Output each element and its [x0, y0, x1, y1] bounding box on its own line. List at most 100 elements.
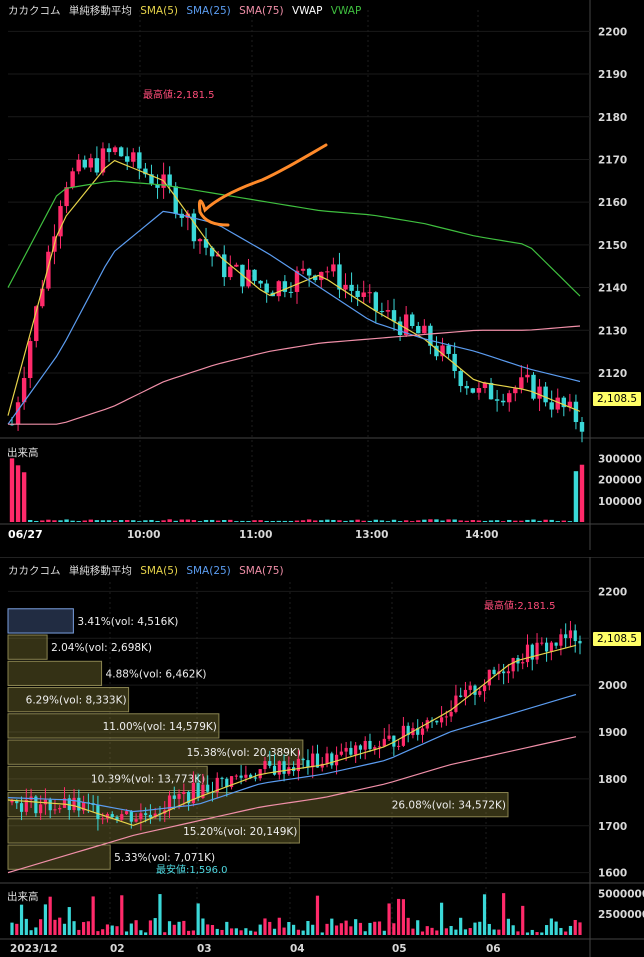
volume-bar — [530, 929, 534, 935]
candle-body — [172, 795, 176, 799]
volume-bar — [543, 519, 548, 522]
candle-body — [268, 761, 272, 766]
candle-body — [358, 745, 363, 750]
price-tick-label: 2170 — [598, 154, 627, 166]
candle-body — [478, 691, 482, 695]
candle-body — [228, 266, 233, 278]
volume-bar — [139, 930, 143, 935]
price-tick-label: 2190 — [598, 69, 627, 81]
volume-bar — [129, 923, 133, 935]
volume-bar — [244, 928, 248, 935]
volume-bar — [452, 519, 457, 522]
volume-bar — [173, 520, 178, 522]
candle-body — [301, 758, 305, 761]
volume-bar — [187, 930, 191, 935]
candle-body — [76, 159, 81, 172]
candle-body — [253, 777, 258, 779]
volume-bar — [513, 520, 518, 522]
volume-bar — [177, 921, 181, 935]
candle-body — [300, 268, 306, 271]
volume-bar — [403, 520, 409, 522]
volume-bar — [511, 925, 515, 935]
volume-bar — [312, 520, 318, 522]
candle-body — [410, 314, 415, 326]
candle-body — [129, 811, 133, 822]
candle-body — [559, 634, 563, 646]
volume-bar — [578, 922, 582, 935]
daily-price-chart[interactable]: 3.41%(vol: 4,516K) 2.04%(vol: 2,698K) 4.88… — [0, 557, 644, 957]
candle-body — [252, 269, 257, 281]
candle-body — [70, 171, 75, 188]
volume-bar — [27, 519, 33, 522]
candle-body — [139, 813, 143, 820]
candle-body — [167, 174, 172, 187]
price-tick-label: 1900 — [598, 727, 627, 739]
candle-body — [543, 386, 548, 403]
volume-bar — [401, 899, 405, 935]
candle-body — [148, 814, 153, 818]
volume-bar — [252, 520, 257, 522]
intraday-price-chart[interactable]: 2200 2190 2180 2170 2160 2150 2140 2130 2120 10:0… — [0, 0, 644, 550]
candle-body — [373, 292, 379, 312]
price-tick-label: 2140 — [598, 283, 627, 295]
volume-bar — [155, 520, 160, 522]
volume-bar — [148, 920, 153, 935]
volume-bar — [249, 930, 253, 935]
candle-body — [416, 325, 421, 334]
volume-bar — [306, 519, 312, 522]
candle-body — [494, 399, 500, 401]
volume-bar — [70, 520, 75, 522]
price-tick-label: 2000 — [598, 680, 627, 692]
volume-profile-bar — [7, 608, 74, 634]
volume-bar — [397, 898, 401, 935]
volume-bar — [306, 920, 310, 935]
volume-bar — [246, 521, 251, 522]
volume-bar — [86, 921, 90, 935]
volume-bar — [19, 904, 24, 935]
volume-bar — [422, 519, 427, 522]
volume-bar — [537, 520, 542, 522]
volume-bar — [210, 924, 215, 935]
volume-bar — [118, 520, 124, 522]
candle-body — [568, 630, 573, 639]
candle-body — [196, 782, 200, 798]
volume-bar — [39, 919, 43, 935]
candle-body — [525, 374, 530, 378]
candle-body — [94, 158, 100, 173]
volume-bar — [296, 929, 300, 935]
volume-bar — [428, 519, 433, 522]
candle-body — [258, 280, 263, 284]
volume-bar — [444, 928, 448, 935]
volume-bar — [120, 895, 124, 935]
volume-bar — [459, 917, 463, 935]
candle-body — [137, 152, 142, 169]
volume-bar — [100, 520, 106, 522]
volume-bar — [567, 521, 573, 522]
candle-body — [306, 760, 310, 768]
volume-bar — [337, 520, 342, 522]
candle-body — [206, 784, 210, 792]
volume-bar — [134, 920, 138, 935]
candle-body — [458, 371, 463, 387]
daily-last-price-tag: 2,108.5 — [593, 632, 642, 646]
volume-bar — [106, 520, 112, 522]
volume-bar — [191, 930, 195, 935]
candle-body — [48, 799, 52, 811]
date-tick-label: 05 — [392, 943, 407, 955]
volume-bar — [52, 520, 57, 522]
candle-body — [239, 775, 243, 778]
volume-bar — [29, 930, 33, 935]
candle-body — [131, 152, 136, 162]
volume-bar — [62, 923, 67, 935]
candle-body — [487, 669, 491, 686]
intraday-volume-title: 出来高 — [7, 447, 39, 459]
candle-body — [220, 777, 224, 779]
candle-body — [502, 671, 506, 674]
volume-bar — [454, 929, 458, 935]
volume-bar — [96, 931, 100, 935]
volume-bar — [344, 920, 348, 935]
volume-bar — [58, 917, 62, 935]
volume-bar — [464, 520, 469, 522]
candle-body — [385, 310, 391, 312]
volume-bar — [361, 520, 366, 522]
